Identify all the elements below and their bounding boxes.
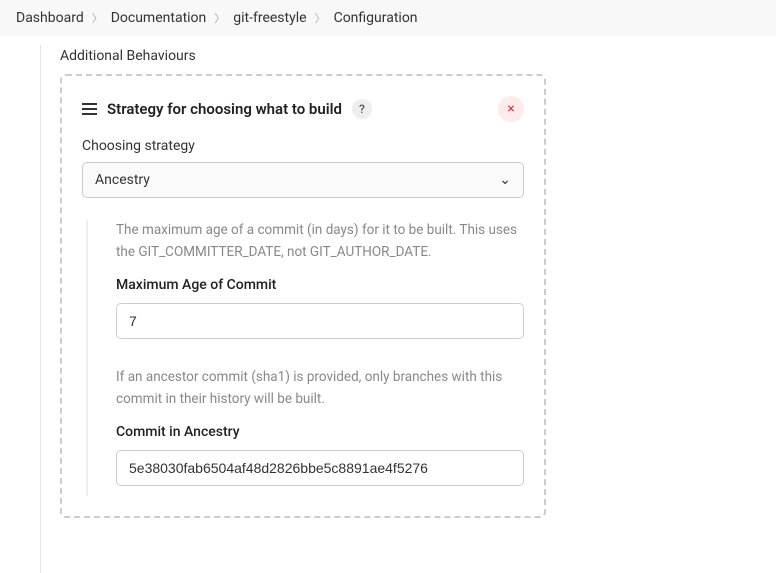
close-icon[interactable]: × xyxy=(498,96,524,122)
choosing-strategy-select[interactable]: Ancestry ⌄ xyxy=(82,162,524,198)
menu-icon[interactable] xyxy=(82,103,97,115)
chevron-right-icon: 〉 xyxy=(92,10,103,26)
breadcrumb-documentation[interactable]: Documentation xyxy=(111,10,207,26)
breadcrumb-git-freestyle[interactable]: git-freestyle xyxy=(233,10,306,26)
choosing-strategy-label: Choosing strategy xyxy=(82,138,524,154)
chevron-right-icon: 〉 xyxy=(315,10,326,26)
help-icon[interactable]: ? xyxy=(352,99,372,119)
max-age-label: Maximum Age of Commit xyxy=(116,277,524,293)
additional-behaviours-heading: Additional Behaviours xyxy=(60,48,736,64)
breadcrumb-configuration[interactable]: Configuration xyxy=(334,10,418,26)
max-age-description: The maximum age of a commit (in days) fo… xyxy=(116,220,524,263)
ancestry-input[interactable] xyxy=(116,450,524,486)
section-title: Strategy for choosing what to build xyxy=(107,100,342,118)
breadcrumb: Dashboard 〉 Documentation 〉 git-freestyl… xyxy=(0,0,776,36)
chevron-right-icon: 〉 xyxy=(214,10,225,26)
chevron-down-icon: ⌄ xyxy=(499,172,511,188)
vertical-divider xyxy=(40,45,41,573)
ancestry-description: If an ancestor commit (sha1) is provided… xyxy=(116,367,524,410)
max-age-input[interactable] xyxy=(116,303,524,339)
behaviour-panel: Strategy for choosing what to build ? × … xyxy=(60,74,546,518)
choosing-strategy-value: Ancestry xyxy=(95,172,150,188)
ancestry-label: Commit in Ancestry xyxy=(116,424,524,440)
breadcrumb-dashboard[interactable]: Dashboard xyxy=(16,10,84,26)
